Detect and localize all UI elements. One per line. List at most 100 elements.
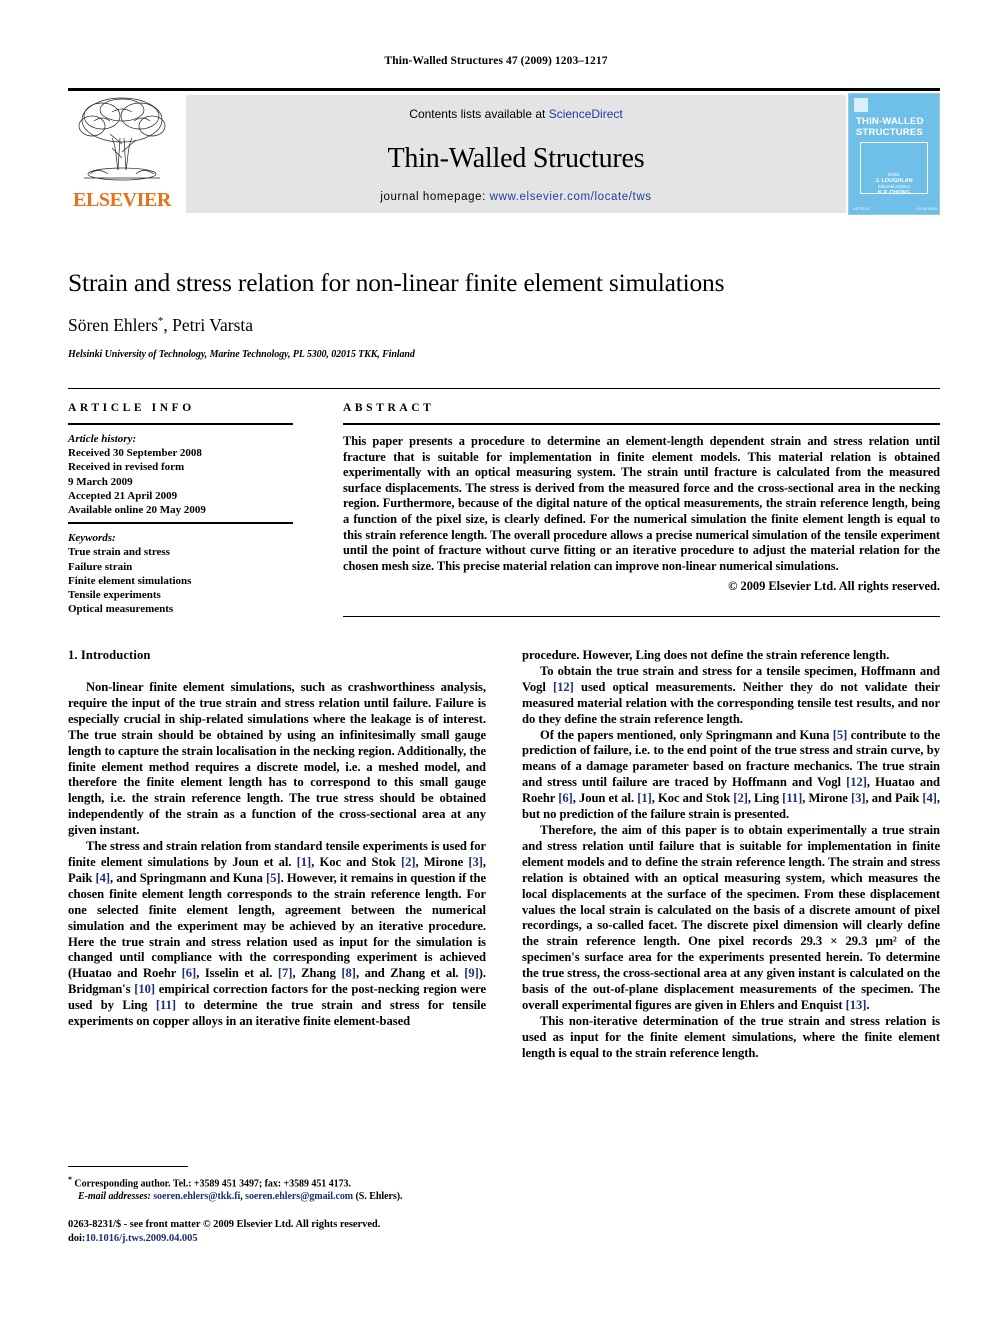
corresponding-author-text: Corresponding author. Tel.: +3589 451 34… [74, 1178, 351, 1190]
email-link-primary[interactable]: soeren.ehlers@tkk.fi [153, 1191, 240, 1202]
body-paragraph: To obtain the true strain and stress for… [522, 663, 940, 726]
citation-reference[interactable]: [12] [846, 775, 867, 789]
email-link-secondary[interactable]: soeren.ehlers@gmail.com [245, 1191, 353, 1202]
keyword-item: True strain and stress [68, 546, 170, 559]
citation-reference[interactable]: [4] [96, 871, 111, 885]
author-list: Sören Ehlers*, Petri Varsta [68, 315, 940, 336]
footnote-marker: * [68, 1175, 72, 1184]
contents-available-line: Contents lists available at ScienceDirec… [186, 107, 846, 121]
abstract-text: This paper presents a procedure to deter… [343, 434, 940, 573]
homepage-prefix: journal homepage: [380, 191, 490, 203]
abstract-copyright: © 2009 Elsevier Ltd. All rights reserved… [728, 579, 940, 594]
cover-title-line-2: STRUCTURES [856, 127, 923, 138]
article-info-label: ARTICLE INFO [68, 402, 195, 414]
citation-reference[interactable]: [6] [558, 791, 573, 805]
keyword-item: Tensile experiments [68, 589, 161, 602]
journal-homepage-link[interactable]: www.elsevier.com/locate/tws [490, 191, 652, 203]
author-secondary: , Petri Varsta [163, 315, 254, 335]
cover-footer-right: ELSEVIER [917, 206, 937, 211]
author-primary: Sören Ehlers [68, 315, 158, 335]
abstract-label: ABSTRACT [343, 402, 435, 414]
footnote-rule [68, 1166, 188, 1167]
email-suffix: (S. Ehlers). [355, 1191, 403, 1203]
front-matter-block: 0263-8231/$ - see front matter © 2009 El… [68, 1218, 528, 1245]
footnote-block: * Corresponding author. Tel.: +3589 451 … [68, 1166, 486, 1203]
corresponding-author-note: * Corresponding author. Tel.: +3589 451 … [68, 1173, 486, 1190]
doi-line: doi:10.1016/j.tws.2009.04.005 [68, 1232, 528, 1246]
article-history-item: 9 March 2009 [68, 475, 133, 488]
citation-reference[interactable]: [11] [782, 791, 802, 805]
paper-page: Thin-Walled Structures 47 (2009) 1203–12… [0, 0, 992, 1323]
citation-reference[interactable]: [8] [341, 966, 356, 980]
journal-name: Thin-Walled Structures [387, 143, 645, 174]
email-label: E-mail addresses: [78, 1191, 151, 1203]
body-paragraph: Non-linear finite element simulations, s… [68, 680, 486, 838]
body-paragraph: Therefore, the aim of this paper is to o… [522, 822, 940, 1012]
journal-cover-thumbnail: THIN-WALLED STRUCTURES Editor J. LOUGHLA… [848, 93, 940, 215]
info-top-rule [68, 388, 940, 389]
citation-reference[interactable]: [5] [266, 871, 281, 885]
body-paragraph: procedure. However, Ling does not define… [522, 648, 890, 662]
citation-reference[interactable]: [2] [401, 855, 416, 869]
journal-header-band: ELSEVIER Contents lists available at Sci… [68, 88, 940, 215]
citation-reference[interactable]: [9] [464, 966, 479, 980]
body-paragraph: The stress and strain relation from stan… [68, 839, 486, 1029]
citation-reference[interactable]: [11] [156, 998, 176, 1012]
front-matter-line: 0263-8231/$ - see front matter © 2009 El… [68, 1219, 381, 1230]
keyword-item: Failure strain [68, 560, 133, 573]
body-paragraph: Of the papers mentioned, only Springmann… [522, 727, 940, 822]
title-block: Strain and stress relation for non-linea… [68, 268, 940, 360]
citation-reference[interactable]: [1] [637, 791, 652, 805]
keywords-group: Keywords: True strain and stress Failure… [68, 531, 293, 616]
body-paragraph: This non-iterative determination of the … [522, 1013, 940, 1060]
article-history-group: Article history: Received 30 September 2… [68, 432, 293, 517]
doi-label: doi: [68, 1232, 86, 1244]
elsevier-tree-icon [78, 97, 166, 181]
abstract-rule [343, 423, 940, 425]
sciencedirect-link[interactable]: ScienceDirect [549, 107, 623, 121]
keyword-item: Finite element simulations [68, 574, 192, 587]
citation-reference[interactable]: [12] [553, 680, 574, 694]
doi-link[interactable]: 10.1016/j.tws.2009.04.005 [85, 1233, 197, 1244]
affiliation: Helsinki University of Technology, Marin… [68, 349, 415, 360]
cover-publisher-mark-icon [854, 98, 868, 112]
citation-reference[interactable]: [2] [733, 791, 748, 805]
article-history-bottom-rule [68, 522, 293, 525]
section-heading-introduction: 1. Introduction [68, 648, 151, 662]
article-history-item: Available online 20 May 2009 [68, 504, 206, 517]
page-title: Strain and stress relation for non-linea… [68, 268, 725, 297]
article-history-item: Received 30 September 2008 [68, 447, 202, 460]
cover-title-line-1: THIN-WALLED [856, 116, 924, 127]
citation-reference[interactable]: [3] [851, 791, 866, 805]
article-info-column: ARTICLE INFO Article history: Received 3… [68, 402, 293, 616]
article-history-label: Article history: [68, 433, 137, 445]
citation-reference[interactable]: [4] [922, 791, 937, 805]
journal-homepage-line: journal homepage: www.elsevier.com/locat… [186, 191, 846, 203]
citation-reference[interactable]: [3] [468, 855, 483, 869]
elsevier-wordmark: ELSEVIER [73, 189, 171, 211]
running-head: Thin-Walled Structures 47 (2009) 1203–12… [384, 55, 608, 67]
citation-reference[interactable]: [10] [134, 982, 155, 996]
citation-reference[interactable]: [7] [278, 966, 293, 980]
article-history-item: Accepted 21 April 2009 [68, 489, 178, 502]
body-column-right: procedure. However, Ling does not define… [522, 648, 940, 1158]
keyword-item: Optical measurements [68, 603, 174, 616]
article-history-item: Received in revised form [68, 461, 185, 474]
header-top-rule [68, 88, 940, 91]
citation-reference[interactable]: [1] [297, 855, 312, 869]
cover-footer: ARTICLE ELSEVIER [853, 206, 937, 211]
citation-reference[interactable]: [6] [182, 966, 197, 980]
body-columns: 1. Introduction Non-linear finite elemen… [68, 648, 940, 1158]
contents-prefix: Contents lists available at [409, 107, 549, 121]
cover-title: THIN-WALLED STRUCTURES [856, 116, 936, 138]
abstract-column: ABSTRACT This paper presents a procedure… [343, 402, 940, 594]
cover-footer-left: ARTICLE [853, 206, 870, 211]
citation-reference[interactable]: [13] [846, 998, 867, 1012]
cover-associate-name: K.P. CHONG [878, 190, 910, 196]
citation-reference[interactable]: [5] [833, 728, 848, 742]
abstract-bottom-rule [343, 616, 940, 617]
elsevier-logo: ELSEVIER [68, 94, 176, 214]
contents-box: Contents lists available at ScienceDirec… [186, 95, 846, 213]
email-note: E-mail addresses: soeren.ehlers@tkk.fi, … [68, 1190, 486, 1203]
body-column-left: 1. Introduction Non-linear finite elemen… [68, 648, 486, 1158]
